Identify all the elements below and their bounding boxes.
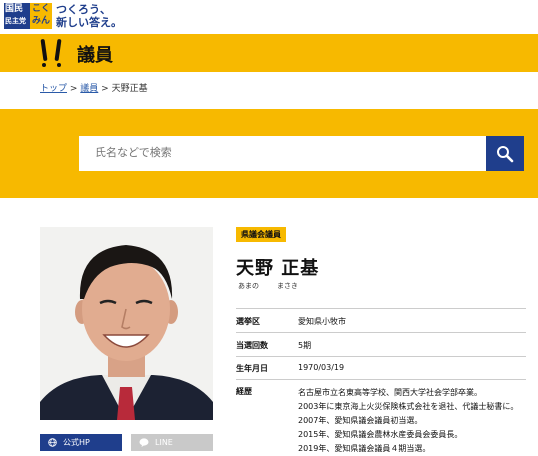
history-item: 2015年、愛知県議会農林水産委員会委員長。 <box>298 430 463 439</box>
breadcrumb-members-link[interactable]: 議員 <box>80 84 98 94</box>
history-item: 2007年、愛知県議会議員初当選。 <box>298 416 423 425</box>
category-badge: 県議会議員 <box>236 227 286 242</box>
logo-text-2b: みん <box>32 16 51 26</box>
logo-text-1b: 民主党 <box>5 17 26 25</box>
site-header: 国民 民主党 こく みん つくろう、 新しい答え。 <box>0 0 538 34</box>
breadcrumb-current: 天野正基 <box>111 84 148 94</box>
line-icon <box>139 438 149 447</box>
name-kana-family: あまの <box>238 282 259 290</box>
profile-row-history: 経歴 名古屋市立名東高等学校、関西大学社会学部卒業。 2003年に東京海上火災保… <box>236 379 526 453</box>
logo-text-1: 国民 <box>5 4 24 14</box>
member-name: 天野 正基 <box>236 258 320 279</box>
history-list: 名古屋市立名東高等学校、関西大学社会学部卒業。 2003年に東京海上火災保険株式… <box>298 386 518 456</box>
logo-text-2: こく <box>32 4 51 14</box>
tagline-line-1: つくろう、 <box>56 3 111 16</box>
line-button[interactable]: LINE <box>131 434 213 451</box>
row-value: 5期 <box>298 341 312 350</box>
party-logo[interactable]: 国民 民主党 こく みん <box>4 3 52 29</box>
row-key: 経歴 <box>236 387 252 396</box>
breadcrumb-separator: > <box>67 84 81 94</box>
exclamation-mark-icon <box>39 38 65 67</box>
name-kana-given: まさき <box>277 282 298 290</box>
history-item: 2003年に東京海上火災保険株式会社を退社、代議士秘書に。 <box>298 402 519 411</box>
tagline-line-2: 新しい答え。 <box>56 16 122 29</box>
row-value: 1970/03/19 <box>298 363 345 372</box>
row-value: 愛知県小牧市 <box>298 317 346 326</box>
search-input[interactable] <box>79 136 486 171</box>
member-photo <box>40 227 213 420</box>
tagline: つくろう、 新しい答え。 <box>56 3 122 29</box>
page-title: 議員 <box>77 45 113 66</box>
search-button[interactable] <box>486 136 524 171</box>
profile-row-terms: 当選回数 5期 <box>236 332 526 356</box>
breadcrumb: トップ > 議員 > 天野正基 <box>40 81 148 94</box>
official-hp-button[interactable]: 公式HP <box>40 434 122 451</box>
line-label: LINE <box>155 438 173 447</box>
search-icon <box>497 145 514 162</box>
globe-icon <box>48 438 57 447</box>
row-key: 生年月日 <box>236 364 268 373</box>
official-hp-label: 公式HP <box>63 438 90 447</box>
row-key: 当選回数 <box>236 341 268 350</box>
page-title-bar: 議員 <box>0 34 538 72</box>
breadcrumb-top-link[interactable]: トップ <box>40 84 67 94</box>
profile-row-district: 選挙区 愛知県小牧市 <box>236 308 526 332</box>
history-item: 名古屋市立名東高等学校、関西大学社会学部卒業。 <box>298 388 482 397</box>
breadcrumb-separator: > <box>98 84 112 94</box>
row-key: 選挙区 <box>236 317 260 326</box>
profile-row-birthday: 生年月日 1970/03/19 <box>236 356 526 379</box>
search-band <box>0 109 538 198</box>
history-item: 2019年、愛知県議会議員４期当選。 <box>298 444 431 453</box>
